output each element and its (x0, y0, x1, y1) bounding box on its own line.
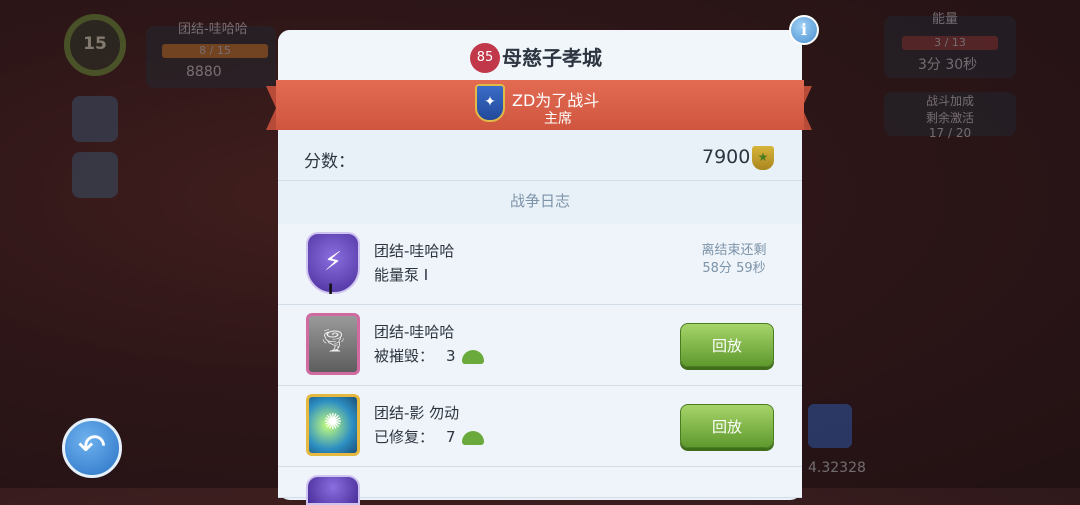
corner-value: 4.32328 (808, 460, 866, 476)
tornado-icon: 🌪 (306, 313, 360, 375)
boost-sub: 剩余激活 (925, 111, 974, 125)
back-arrow-icon: ↶ (77, 427, 107, 467)
entry-player-name: 团结-哇哈哈 (374, 323, 455, 341)
dialog-header: 85 母慈子孝城 (278, 30, 802, 80)
log-entry: ⚡ 团结-哇哈哈 能量泵 I 离结束还剩 58分 59秒 (278, 224, 802, 305)
player-progress-bar: 8 / 15 (162, 44, 268, 58)
log-entry: ✺ 团结-影 勿动 已修复： 7 回放 (278, 386, 802, 467)
entry-player-name: 团结-影 勿动 (374, 404, 460, 422)
entry-stat: 被摧毁： 3 (374, 345, 484, 366)
score-label: 分数： (304, 152, 355, 172)
entry-player-name: 团结-哇哈哈 (374, 242, 455, 260)
energy-timer: 3分 30秒 (918, 57, 978, 73)
helmet-icon (461, 430, 484, 445)
energy-panel: 能量 3 / 13 3分 30秒 (884, 12, 1016, 78)
energy-bar: 3 / 13 (902, 36, 998, 50)
energy-burst-icon: ✺ (306, 394, 360, 456)
tools-icon (72, 96, 118, 142)
log-entry (278, 467, 802, 505)
dialog-title: 母慈子孝城 (502, 46, 602, 70)
score-value: 7900 (702, 146, 751, 168)
info-button[interactable]: i (789, 15, 819, 45)
player-level-ring: 15 (64, 14, 126, 76)
clan-role: 主席 (544, 111, 572, 127)
score-row: 分数： 7900 ★ (278, 134, 802, 181)
war-log-title: 战争日志 (509, 192, 570, 210)
stat-value: 3 (446, 347, 456, 365)
stat-label: 已修复： (374, 428, 435, 446)
replay-button[interactable]: 回放 (680, 404, 774, 448)
badge-icon (306, 475, 360, 505)
replay-button[interactable]: 回放 (680, 323, 774, 367)
shop-bag-icon (72, 152, 118, 198)
entry-timer: 离结束还剩 58分 59秒 (684, 242, 784, 278)
log-entry: 🌪 团结-哇哈哈 被摧毁： 3 回放 (278, 305, 802, 386)
energy-title: 能量 (932, 12, 959, 27)
boost-title: 战斗加成 (925, 94, 974, 108)
level-badge: 85 (470, 43, 500, 73)
player-panel: 团结-哇哈哈 8 / 15 8880 (146, 22, 276, 88)
player-score: 8880 (186, 64, 222, 80)
score-shield-icon: ★ (752, 146, 774, 170)
entry-stat: 已修复： 7 (374, 426, 484, 447)
boost-panel: 战斗加成 剩余激活 17 / 20 (884, 92, 1016, 140)
entry-building: 能量泵 I (374, 266, 429, 284)
helmet-icon (461, 349, 484, 364)
clan-shield-icon: ✦ (475, 84, 505, 122)
stat-value: 7 (446, 428, 456, 446)
timer-value: 58分 59秒 (702, 261, 766, 276)
ribbon-tail-left (266, 86, 276, 130)
timer-label: 离结束还剩 (701, 243, 767, 258)
player-name: 团结-哇哈哈 (178, 22, 248, 37)
text-cursor-icon: I (328, 282, 334, 298)
back-button[interactable]: ↶ (62, 418, 122, 478)
stat-label: 被摧毁： (374, 347, 435, 365)
cube-icon (808, 404, 852, 448)
boost-value: 17 / 20 (928, 126, 972, 140)
